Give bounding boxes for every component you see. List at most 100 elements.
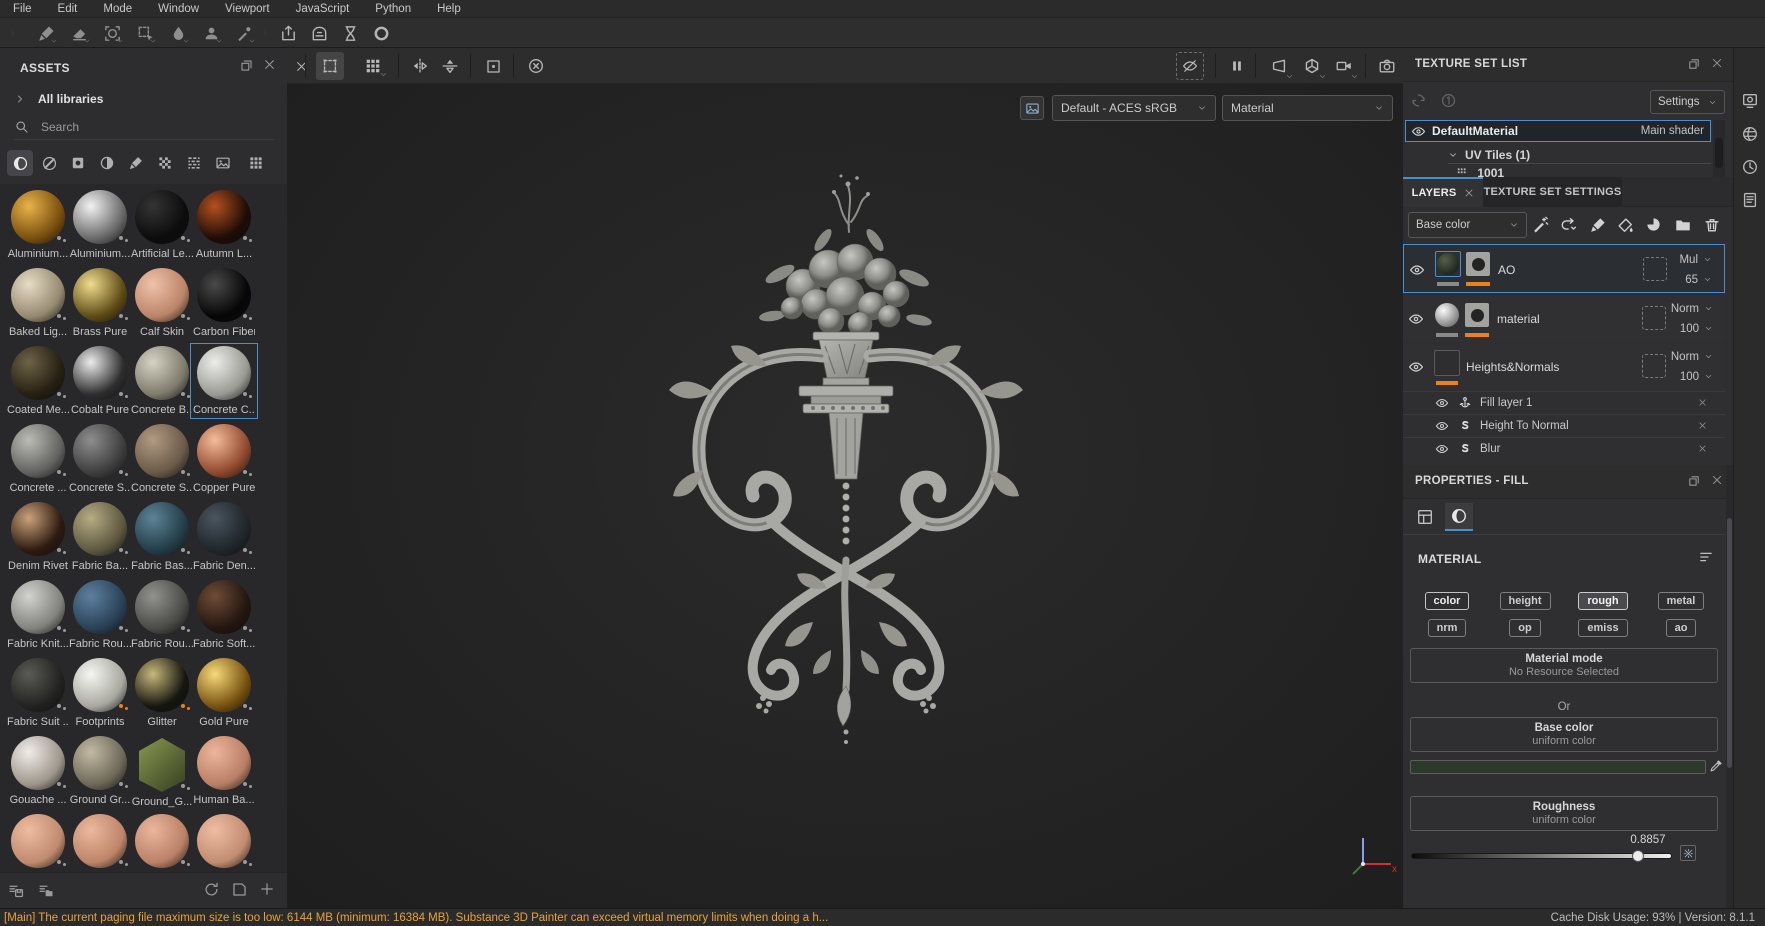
material-item-fabric-soft[interactable]: Fabric Soft... (193, 580, 255, 650)
eyedropper-icon[interactable] (1709, 758, 1724, 773)
channel-ao-button[interactable]: ao (1666, 619, 1697, 637)
channel-rough-button[interactable]: rough (1578, 592, 1627, 610)
shader-label[interactable]: Main shader (1641, 125, 1704, 137)
blend-mode[interactable]: Norm (1671, 303, 1699, 315)
add-folder-icon[interactable] (1674, 216, 1692, 234)
ring-icon[interactable] (369, 21, 393, 45)
eye-icon[interactable] (1435, 419, 1449, 433)
channel-emiss-button[interactable]: emiss (1578, 619, 1627, 637)
display-settings-icon[interactable] (1020, 96, 1044, 120)
material-item-fabric-ba[interactable]: Fabric Ba... (69, 502, 131, 572)
menu-python[interactable]: Python (362, 0, 424, 18)
log-icon[interactable] (1741, 191, 1759, 209)
material-mode-box[interactable]: Material mode No Resource Selected (1410, 648, 1718, 683)
effect-row-fill-layer-1[interactable]: Fill layer 1 (1403, 391, 1725, 414)
base-color-box[interactable]: Base color uniform color (1410, 717, 1718, 752)
slider-knob[interactable] (1632, 850, 1644, 862)
material-item-baked-lig[interactable]: Baked Lig... (7, 268, 69, 338)
tab-layers[interactable]: LAYERS (1403, 177, 1483, 207)
roughness-box[interactable]: Roughness uniform color (1410, 796, 1718, 831)
layer-opacity[interactable]: 65 (1685, 274, 1698, 286)
viewport-3d[interactable]: Default - ACES sRGB Material (287, 84, 1403, 908)
material-item-ground-gr[interactable]: Ground Gr... (69, 736, 131, 806)
close-icon[interactable] (1711, 474, 1723, 486)
view-grid-icon[interactable] (243, 150, 269, 176)
saved-assets-list-icon[interactable] (8, 882, 25, 899)
menu-edit[interactable]: Edit (45, 0, 91, 18)
roughness-slider[interactable] (1411, 850, 1672, 862)
eye-icon[interactable] (1408, 359, 1424, 375)
material-item-human-ba[interactable]: Human Ba... (193, 736, 255, 806)
menu-window[interactable]: Window (145, 0, 212, 18)
popout-icon[interactable] (1687, 474, 1701, 488)
material-item-cobalt-pure[interactable]: Cobalt Pure (69, 346, 131, 416)
center-pivot-icon[interactable] (479, 52, 507, 80)
hourglass-icon[interactable] (338, 21, 362, 45)
tab-properties-icon[interactable] (1411, 503, 1439, 531)
single-tile-icon[interactable] (1440, 92, 1457, 109)
history-icon[interactable] (1741, 158, 1759, 176)
settings-dropdown[interactable]: Settings (1650, 90, 1725, 114)
material-item-coated-me[interactable]: Coated Me... (7, 346, 69, 416)
smart-mask-icon[interactable] (1645, 216, 1662, 233)
layer-opacity[interactable]: 100 (1680, 323, 1699, 335)
channel-height-button[interactable]: height (1500, 592, 1551, 610)
scrollbar[interactable] (1713, 120, 1725, 177)
properties-scrollbar[interactable] (1726, 465, 1733, 908)
fill-layer-icon[interactable] (1560, 216, 1578, 234)
eye-icon[interactable] (1435, 396, 1449, 410)
import-resources-icon[interactable] (259, 881, 275, 897)
sync-visibility-icon[interactable] (1410, 92, 1427, 109)
blend-mode[interactable]: Norm (1671, 351, 1699, 363)
layer-row-ao[interactable]: AOMul65 (1403, 244, 1725, 293)
eye-off-icon[interactable] (1176, 52, 1204, 80)
channel-color-button[interactable]: color (1425, 592, 1470, 610)
filter-textures-icon[interactable] (181, 150, 207, 176)
popout-icon[interactable] (1687, 57, 1701, 71)
material-item-denim-rivet[interactable]: Denim Rivet (7, 502, 69, 572)
layer-row-material[interactable]: materialNorm100 (1403, 296, 1725, 341)
tab-material-icon[interactable] (1445, 503, 1473, 531)
remove-effect-icon[interactable] (1698, 421, 1707, 430)
toolbar-drag-handle[interactable] (262, 23, 268, 43)
mask-slot[interactable] (1642, 354, 1666, 378)
search-input[interactable]: Search (14, 118, 274, 140)
material-item-fabric-bas[interactable]: Fabric Bas... (131, 502, 193, 572)
filter-smart-masks-icon[interactable] (94, 150, 120, 176)
material-item[interactable] (131, 814, 193, 872)
close-icon[interactable] (1711, 57, 1723, 69)
popout-icon[interactable] (239, 58, 254, 73)
channel-metal-button[interactable]: metal (1658, 592, 1705, 610)
toolbar-drag-handle[interactable] (10, 23, 16, 43)
channel-op-button[interactable]: op (1509, 619, 1540, 637)
view-mode-dropdown[interactable]: Material (1222, 95, 1393, 121)
menu-file[interactable]: File (0, 0, 45, 18)
menu-javascript[interactable]: JavaScript (283, 0, 363, 18)
material-item-fabric-den[interactable]: Fabric Den... (193, 502, 255, 572)
close-tab-icon[interactable] (1464, 188, 1474, 198)
material-item-concrete-c[interactable]: Concrete C... (193, 346, 255, 416)
material-item-fabric-rou[interactable]: Fabric Rou... (131, 580, 193, 650)
menu-help[interactable]: Help (424, 0, 474, 18)
material-item-aluminium[interactable]: Aluminium... (69, 190, 131, 260)
export-icon[interactable] (276, 21, 300, 45)
material-item[interactable] (193, 814, 255, 872)
material-item-footprints[interactable]: Footprints (69, 658, 131, 728)
bake-icon[interactable] (307, 21, 331, 45)
library-selector[interactable]: All libraries (14, 92, 103, 106)
channel-filter-dropdown[interactable]: Base color (1408, 212, 1527, 238)
material-item-calf-skin[interactable]: Calf Skin (131, 268, 193, 338)
material-item-glitter[interactable]: Glitter (131, 658, 193, 728)
material-item-brass-pure[interactable]: Brass Pure (69, 268, 131, 338)
material-item-carbon-fiber[interactable]: Carbon Fiber (193, 268, 255, 338)
channel-nrm-button[interactable]: nrm (1428, 619, 1467, 637)
material-item-ground-g[interactable]: Ground_G... (131, 736, 193, 808)
expression-icon[interactable] (1680, 845, 1696, 861)
blend-mode[interactable]: Mul (1679, 254, 1698, 266)
filter-environments-icon[interactable] (210, 150, 236, 176)
display-settings-icon[interactable] (1741, 92, 1759, 110)
fill-bucket-icon[interactable] (1616, 216, 1634, 234)
reset-circle-icon[interactable] (522, 52, 550, 80)
uv-tile-row[interactable]: 1001 (1456, 166, 1711, 177)
material-item-concrete-s[interactable]: Concrete S... (131, 424, 193, 494)
